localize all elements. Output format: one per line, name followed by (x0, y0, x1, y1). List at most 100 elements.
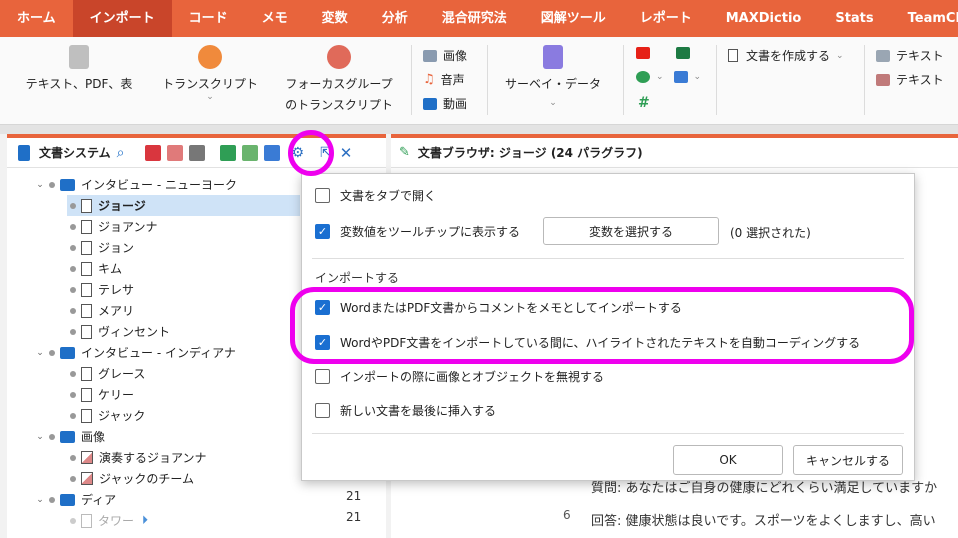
code-count: 21 (346, 510, 362, 524)
chevron-down-icon: ⌄ (36, 431, 44, 442)
panel-title: 文書システム (39, 146, 111, 160)
cancel-button[interactable]: キャンセルする (793, 445, 903, 475)
import-text-pdf-button[interactable]: テキスト、PDF、表 (18, 45, 140, 92)
menu-code[interactable]: コード (172, 0, 245, 37)
import-focus-group-button[interactable]: フォーカスグループ のトランスクリプト (278, 45, 400, 113)
option-show-variables-tooltip[interactable]: ✓ 変数値をツールチップに表示する (315, 223, 520, 240)
ribbon-separator (487, 45, 488, 115)
tree-document[interactable]: メアリ (67, 300, 134, 321)
status-dot-icon (49, 181, 55, 188)
import-survey-button[interactable]: サーベイ・データ ⌄ (497, 45, 609, 108)
browser-text-line: 回答: 健康状態は良いです。スポーツをよくしますし、高い (591, 514, 936, 529)
documents-icon (18, 144, 30, 161)
delete-set-icon[interactable] (167, 144, 184, 161)
status-dot-icon (70, 265, 76, 272)
play-circle-icon (198, 45, 222, 69)
youtube-icon (636, 47, 650, 59)
new-folder-icon[interactable] (264, 144, 281, 161)
tree-document[interactable]: ヴィンセント (67, 321, 170, 342)
document-icon (81, 387, 92, 402)
import-transcript-button[interactable]: トランスクリプト ⌄ (155, 45, 265, 102)
status-dot-icon (70, 391, 76, 398)
chevron-down-icon: ⌄ (656, 72, 664, 82)
text-tool-icon (876, 49, 890, 62)
tree-document-selected[interactable]: ジョージ (67, 195, 300, 216)
chevron-down-icon: ⌄ (36, 179, 44, 190)
chevron-down-icon: ⌄ (693, 72, 702, 82)
menu-import[interactable]: インポート (72, 0, 172, 37)
tree-document[interactable]: ジャック (67, 405, 145, 426)
text-tool-icon (876, 73, 890, 86)
status-dot-icon (70, 244, 76, 251)
menu-visual-tools[interactable]: 図解ツール (524, 0, 623, 37)
tree-folder[interactable]: ⌄ ディア (34, 489, 116, 510)
option-insert-last[interactable]: 新しい文書を最後に挿入する (315, 402, 496, 419)
ribbon-separator (411, 45, 412, 115)
text-tool-b-button[interactable]: テキスト (876, 71, 944, 88)
tree-document[interactable]: タワー ⏵ (67, 510, 148, 531)
menu-mixed-methods[interactable]: 混合研究法 (425, 0, 524, 37)
hashtag-button[interactable]: # (638, 95, 650, 111)
checkbox-checked[interactable]: ✓ (315, 224, 330, 239)
tree-folder[interactable]: ⌄ 画像 (34, 426, 105, 447)
tree-document[interactable]: ジョン (67, 237, 134, 258)
video-camera-icon (423, 97, 437, 110)
option-ignore-images[interactable]: インポートの際に画像とオブジェクトを無視する (315, 368, 604, 385)
document-edit-icon (81, 198, 92, 213)
selected-count: (0 選択された) (730, 226, 811, 240)
checkbox-unchecked[interactable] (315, 188, 330, 203)
document-icon (81, 282, 92, 297)
divider (312, 258, 904, 259)
tree-folder[interactable]: ⌄ インタビュー - インディアナ (34, 342, 236, 363)
document-icon (81, 513, 92, 528)
tree-document[interactable]: ケリー (67, 384, 134, 405)
tree-image-document[interactable]: ジャックのチーム (67, 468, 194, 489)
tree-folder[interactable]: ⌄ インタビュー - ニューヨーク (34, 174, 237, 195)
import-down-icon[interactable] (220, 144, 237, 161)
checkbox-unchecked[interactable] (315, 403, 330, 418)
menu-reports[interactable]: レポート (623, 0, 709, 37)
menu-teamcloud[interactable]: TeamClou (891, 0, 958, 37)
tree-document[interactable]: ジョアンナ (67, 216, 158, 237)
import-image-button[interactable]: 画像 (423, 47, 467, 64)
status-dot-icon (70, 223, 76, 230)
import-audio-button[interactable]: ♫ 音声 (423, 71, 465, 88)
close-icon[interactable]: ✕ (340, 144, 353, 162)
import-video-button[interactable]: 動画 (423, 95, 467, 112)
chevron-down-icon: ⌄ (36, 494, 44, 505)
chevron-down-icon: ⌄ (549, 98, 557, 108)
create-document-button[interactable]: 文書を作成する ⌄ (728, 47, 844, 64)
hashtag-icon: # (638, 95, 650, 111)
tree-document[interactable]: キム (67, 258, 122, 279)
menu-maxdictio[interactable]: MAXDictio (709, 0, 819, 37)
document-icon (81, 408, 92, 423)
youtube-button[interactable] (636, 47, 690, 59)
menu-bar: ホーム インポート コード メモ 変数 分析 混合研究法 図解ツール レポート … (0, 0, 958, 37)
menu-variables[interactable]: 変数 (305, 0, 365, 37)
menu-analysis[interactable]: 分析 (365, 0, 425, 37)
divider (312, 433, 904, 434)
edit-icon: ✎ (399, 145, 410, 160)
play-icon[interactable]: ⏵ (142, 513, 148, 528)
tree-document[interactable]: グレース (67, 363, 145, 384)
menu-stats[interactable]: Stats (818, 0, 890, 37)
search-icon[interactable]: ⌕ (117, 145, 125, 161)
lock-doc-icon[interactable] (189, 144, 206, 161)
menu-memo[interactable]: メモ (245, 0, 305, 37)
checkbox-unchecked[interactable] (315, 369, 330, 384)
web-import-button[interactable]: ⌄ ⌄ (636, 71, 701, 83)
document-browser-header: ✎ 文書ブラウザ: ジョージ (24 パラグラフ) (391, 138, 958, 168)
select-variables-button[interactable]: 変数を選択する (543, 217, 719, 245)
tree-image-document[interactable]: 演奏するジョアンナ (67, 447, 207, 468)
survey-list-icon (543, 45, 563, 69)
menu-home[interactable]: ホーム (0, 0, 73, 37)
status-dot-icon (70, 517, 76, 524)
new-doc-icon[interactable] (242, 144, 259, 161)
ok-button[interactable]: OK (673, 445, 783, 475)
text-tool-a-button[interactable]: テキスト (876, 47, 944, 64)
ribbon-separator (864, 45, 865, 115)
option-open-in-tabs[interactable]: 文書をタブで開く (315, 187, 436, 204)
tree-document[interactable]: テレサ (67, 279, 134, 300)
document-icon (81, 366, 92, 381)
delete-docs-icon[interactable] (145, 144, 162, 161)
